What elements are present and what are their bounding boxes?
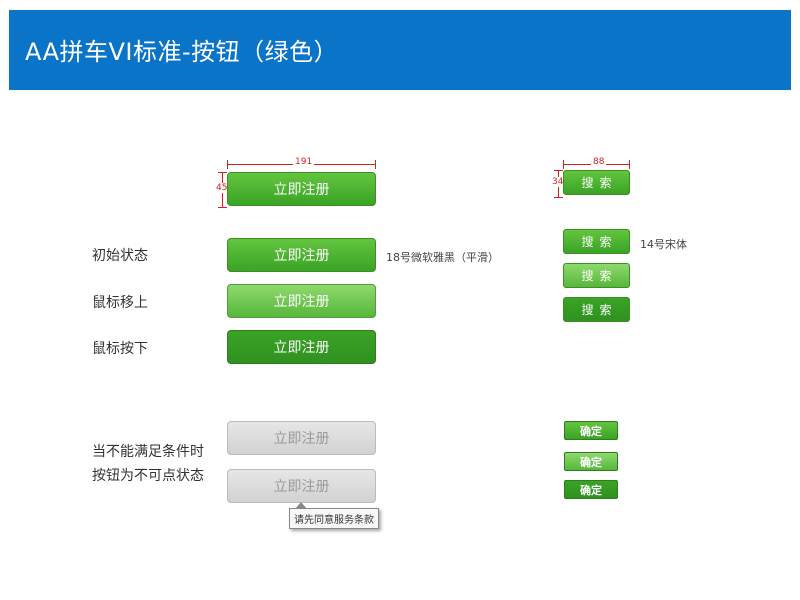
register-font-note: 18号微软雅黑（平滑） (386, 251, 499, 264)
register-button-label: 立即注册 (273, 294, 330, 310)
search-button-label: 搜索 (581, 176, 618, 190)
dim-register-width: 191 (293, 157, 315, 167)
confirm-button-label: 确定 (580, 455, 602, 469)
register-button-pressed[interactable]: 立即注册 (227, 330, 376, 364)
dim-register-height-tick-top (218, 172, 227, 173)
search-font-note: 14号宋体 (640, 238, 687, 251)
dim-register-width-tick-left (227, 160, 228, 169)
dim-search-height: 34 (552, 177, 564, 187)
search-button-hover[interactable]: 搜索 (563, 263, 630, 288)
confirm-button-hover[interactable]: 确定 (564, 452, 618, 471)
dim-register-width-tick-right (375, 160, 376, 169)
dim-register-height-tick-bottom (218, 207, 227, 208)
label-pressed-state: 鼠标按下 (92, 341, 148, 357)
register-button-label: 立即注册 (273, 479, 330, 495)
dim-search-width: 88 (591, 157, 607, 167)
search-button-sample[interactable]: 搜索 (563, 170, 630, 195)
confirm-button-pressed[interactable]: 确定 (564, 480, 618, 499)
register-button-sample[interactable]: 立即注册 (227, 172, 376, 206)
dim-search-height-tick-top (554, 170, 563, 171)
register-button-hover[interactable]: 立即注册 (227, 284, 376, 318)
confirm-button-label: 确定 (580, 424, 602, 438)
search-button-pressed[interactable]: 搜索 (563, 297, 630, 322)
search-button-label: 搜索 (581, 269, 618, 283)
header-bar: AA拼车VI标准-按钮（绿色） (9, 10, 791, 90)
label-disabled-line2: 按钮为不可点状态 (92, 468, 204, 484)
search-button-label: 搜索 (581, 235, 618, 249)
dim-search-height-tick-bottom (554, 197, 563, 198)
register-button-initial[interactable]: 立即注册 (227, 238, 376, 272)
page-title: AA拼车VI标准-按钮（绿色） (25, 38, 339, 66)
confirm-button-label: 确定 (580, 483, 602, 497)
search-button-label: 搜索 (581, 303, 618, 317)
register-button-label: 立即注册 (273, 182, 330, 198)
search-button-initial[interactable]: 搜索 (563, 229, 630, 254)
agree-terms-tooltip: 请先同意服务条款 (289, 508, 379, 529)
label-initial-state: 初始状态 (92, 248, 148, 264)
dim-search-width-tick-right (629, 160, 630, 169)
dim-search-width-tick-left (563, 160, 564, 169)
dim-register-height: 45 (216, 183, 228, 193)
confirm-button-initial[interactable]: 确定 (564, 421, 618, 440)
register-button-disabled-tooltip: 立即注册 (227, 469, 376, 503)
register-button-label: 立即注册 (273, 340, 330, 356)
label-hover-state: 鼠标移上 (92, 295, 148, 311)
register-button-disabled: 立即注册 (227, 421, 376, 455)
register-button-label: 立即注册 (273, 248, 330, 264)
register-button-label: 立即注册 (273, 431, 330, 447)
label-disabled-line1: 当不能满足条件时 (92, 444, 204, 460)
